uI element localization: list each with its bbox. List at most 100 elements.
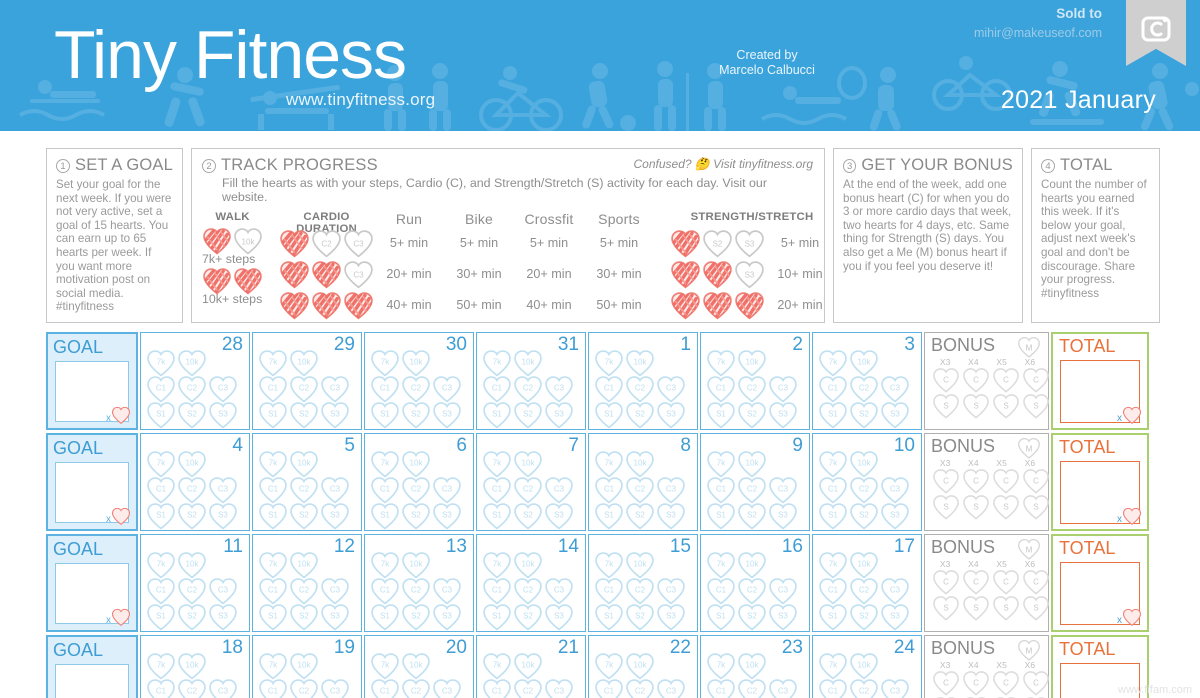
heart-empty-icon[interactable]: S2 [401, 401, 431, 429]
heart-empty-icon[interactable]: S2 [177, 502, 207, 530]
heart-empty-icon[interactable]: C3 [768, 678, 798, 698]
heart-empty-icon[interactable]: S2 [289, 401, 319, 429]
heart-empty-icon[interactable]: 7k [370, 349, 400, 377]
heart-empty-icon[interactable]: C [932, 367, 960, 393]
heart-empty-icon[interactable]: 7k [818, 349, 848, 377]
heart-empty-icon[interactable]: C2 [625, 678, 655, 698]
bonus-me-heart-icon[interactable]: M [1017, 437, 1041, 460]
heart-empty-icon[interactable]: S1 [706, 603, 736, 631]
heart-empty-icon[interactable]: C1 [482, 577, 512, 605]
heart-empty-icon[interactable]: S2 [737, 603, 767, 631]
day-cell[interactable]: 8 7k 10k C1 C2 C3 S1 S2 S3 [588, 433, 698, 531]
heart-empty-icon[interactable]: C1 [146, 678, 176, 698]
heart-empty-icon[interactable]: C2 [737, 375, 767, 403]
day-cell[interactable]: 18 7k 10k C1 C2 C3 S [140, 635, 250, 698]
heart-empty-icon[interactable]: 10k [737, 349, 767, 377]
heart-empty-icon[interactable]: S2 [401, 603, 431, 631]
heart-empty-icon[interactable]: C3 [208, 476, 238, 504]
heart-empty-icon[interactable]: C1 [370, 476, 400, 504]
heart-empty-icon[interactable]: C2 [513, 375, 543, 403]
heart-empty-icon[interactable]: S3 [544, 502, 574, 530]
heart-empty-icon[interactable]: C1 [818, 577, 848, 605]
heart-empty-icon[interactable]: 7k [594, 349, 624, 377]
heart-empty-icon[interactable]: S1 [594, 603, 624, 631]
heart-empty-icon[interactable]: C [962, 367, 990, 393]
day-cell[interactable]: 24 7k 10k C1 C2 C3 S [812, 635, 922, 698]
heart-empty-icon[interactable]: 7k [706, 551, 736, 579]
day-cell[interactable]: 2 7k 10k C1 C2 C3 S1 S2 S3 [700, 332, 810, 430]
heart-empty-icon[interactable]: C1 [594, 476, 624, 504]
day-cell[interactable]: 12 7k 10k C1 C2 C3 S1 S2 S3 [252, 534, 362, 632]
heart-empty-icon[interactable]: 10k [513, 349, 543, 377]
heart-empty-icon[interactable]: C1 [706, 375, 736, 403]
heart-empty-icon[interactable]: C3 [656, 375, 686, 403]
heart-empty-icon[interactable]: C3 [768, 375, 798, 403]
heart-empty-icon[interactable]: C [992, 569, 1020, 595]
day-cell[interactable]: 10 7k 10k C1 C2 C3 S1 S2 S3 [812, 433, 922, 531]
heart-empty-icon[interactable]: 10k [625, 349, 655, 377]
heart-empty-icon[interactable]: 7k [594, 450, 624, 478]
heart-empty-icon[interactable]: 10k [849, 450, 879, 478]
heart-empty-icon[interactable]: S [992, 494, 1020, 520]
heart-empty-icon[interactable]: S3 [208, 401, 238, 429]
goal-cell[interactable]: GOAL x [46, 433, 138, 531]
heart-empty-icon[interactable]: S1 [370, 502, 400, 530]
day-cell[interactable]: 19 7k 10k C1 C2 C3 S [252, 635, 362, 698]
heart-empty-icon[interactable]: 10k [289, 551, 319, 579]
heart-empty-icon[interactable]: S3 [656, 603, 686, 631]
heart-empty-icon[interactable]: 7k [818, 652, 848, 680]
heart-empty-icon[interactable]: C3 [320, 375, 350, 403]
bonus-me-heart-icon[interactable]: M [1017, 639, 1041, 662]
heart-empty-icon[interactable]: 10k [177, 349, 207, 377]
heart-empty-icon[interactable]: C1 [258, 476, 288, 504]
heart-empty-icon[interactable]: 7k [258, 551, 288, 579]
heart-empty-icon[interactable]: C1 [258, 678, 288, 698]
heart-empty-icon[interactable]: S2 [289, 502, 319, 530]
heart-empty-icon[interactable]: 10k [625, 450, 655, 478]
heart-empty-icon[interactable]: C3 [544, 577, 574, 605]
heart-empty-icon[interactable]: C2 [177, 678, 207, 698]
heart-empty-icon[interactable]: S [932, 393, 960, 419]
heart-empty-icon[interactable]: C1 [594, 577, 624, 605]
heart-empty-icon[interactable]: S3 [768, 603, 798, 631]
day-cell[interactable]: 30 7k 10k C1 C2 C3 S1 S2 S3 [364, 332, 474, 430]
day-cell[interactable]: 17 7k 10k C1 C2 C3 S1 S2 S3 [812, 534, 922, 632]
heart-empty-icon[interactable]: C3 [208, 678, 238, 698]
heart-empty-icon[interactable]: S3 [320, 502, 350, 530]
heart-empty-icon[interactable]: 10k [513, 450, 543, 478]
heart-empty-icon[interactable]: S1 [146, 401, 176, 429]
heart-empty-icon[interactable]: S1 [706, 502, 736, 530]
heart-empty-icon[interactable]: C1 [370, 375, 400, 403]
heart-empty-icon[interactable]: 10k [513, 551, 543, 579]
heart-empty-icon[interactable]: C [1022, 670, 1050, 696]
heart-empty-icon[interactable]: C2 [177, 375, 207, 403]
heart-empty-icon[interactable]: 7k [706, 450, 736, 478]
heart-empty-icon[interactable]: S1 [482, 502, 512, 530]
heart-empty-icon[interactable]: 10k [177, 450, 207, 478]
bonus-me-heart-icon[interactable]: M [1017, 336, 1041, 359]
confused-help-link[interactable]: Confused? 🤔 Visit tinyfitness.org [634, 157, 813, 171]
heart-empty-icon[interactable]: C3 [880, 577, 910, 605]
heart-empty-icon[interactable]: S [1022, 595, 1050, 621]
heart-empty-icon[interactable]: C1 [258, 375, 288, 403]
heart-empty-icon[interactable]: C [932, 569, 960, 595]
heart-empty-icon[interactable]: 7k [818, 551, 848, 579]
heart-empty-icon[interactable]: C [932, 670, 960, 696]
heart-empty-icon[interactable]: C3 [320, 476, 350, 504]
heart-empty-icon[interactable]: C [962, 670, 990, 696]
heart-empty-icon[interactable]: 7k [146, 450, 176, 478]
heart-empty-icon[interactable]: S [962, 494, 990, 520]
heart-empty-icon[interactable]: 7k [706, 652, 736, 680]
heart-empty-icon[interactable]: C3 [208, 577, 238, 605]
heart-empty-icon[interactable]: C2 [289, 476, 319, 504]
day-cell[interactable]: 31 7k 10k C1 C2 C3 S1 S2 S3 [476, 332, 586, 430]
heart-empty-icon[interactable]: S2 [513, 502, 543, 530]
heart-empty-icon[interactable]: C2 [849, 375, 879, 403]
heart-empty-icon[interactable]: C3 [880, 678, 910, 698]
heart-empty-icon[interactable]: S [992, 393, 1020, 419]
heart-empty-icon[interactable]: C1 [146, 476, 176, 504]
heart-empty-icon[interactable]: C [992, 367, 1020, 393]
heart-empty-icon[interactable]: C2 [513, 476, 543, 504]
heart-empty-icon[interactable]: S [992, 595, 1020, 621]
heart-empty-icon[interactable]: C1 [818, 678, 848, 698]
